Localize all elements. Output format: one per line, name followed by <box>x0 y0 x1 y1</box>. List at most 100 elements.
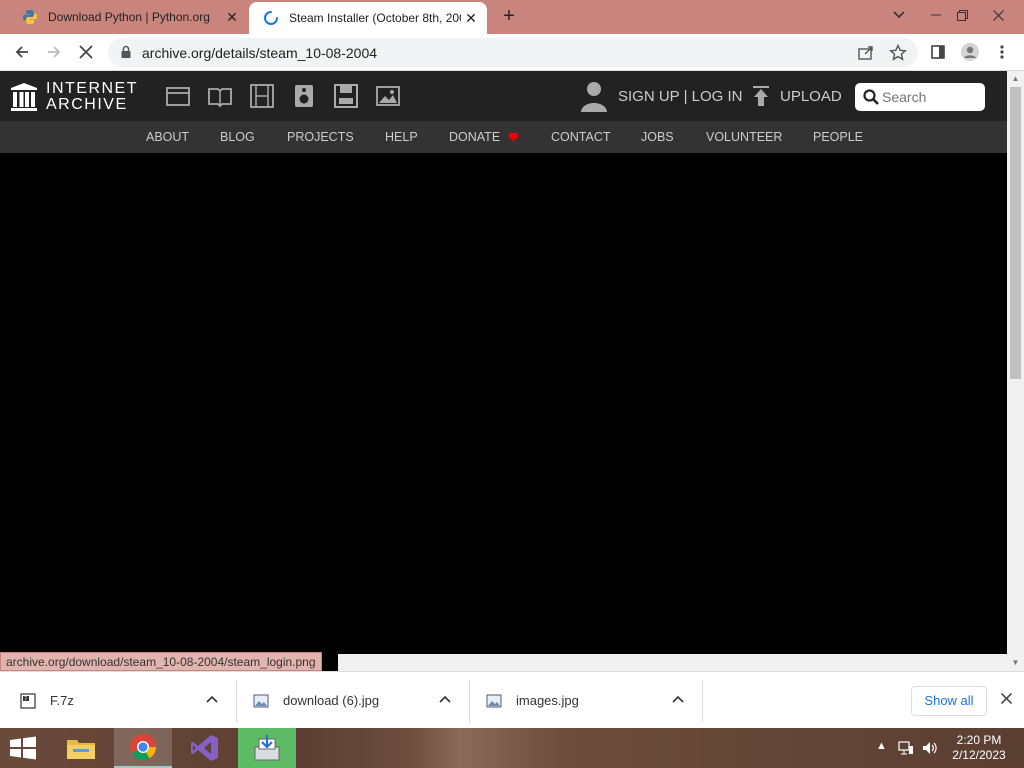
close-tab-icon[interactable]: ✕ <box>461 10 481 27</box>
forward-button[interactable] <box>42 40 66 64</box>
image-file-icon <box>486 694 502 707</box>
tab-python[interactable]: Download Python | Python.org ✕ <box>8 0 248 34</box>
tab-steam-installer[interactable]: Steam Installer (October 8th, 2004 ✕ <box>249 2 487 34</box>
close-tab-icon[interactable]: ✕ <box>222 9 242 26</box>
chevron-up-icon[interactable] <box>670 692 686 708</box>
status-url-bubble: archive.org/download/steam_10-08-2004/st… <box>0 652 322 671</box>
stop-icon <box>79 45 93 59</box>
upload-link[interactable]: UPLOAD <box>780 88 842 105</box>
scroll-down-icon[interactable]: ▼ <box>1011 658 1020 667</box>
ia-search-box[interactable] <box>855 83 985 111</box>
web-icon[interactable] <box>165 84 191 108</box>
forward-arrow-icon <box>48 46 61 58</box>
nav-contact[interactable]: CONTACT <box>551 130 611 144</box>
vertical-scrollbar[interactable]: ▲ ▼ <box>1007 71 1024 671</box>
kebab-menu-icon <box>1000 45 1004 59</box>
divider <box>236 680 237 722</box>
side-panel-button[interactable] <box>926 40 950 64</box>
scrollbar-thumb[interactable] <box>1010 87 1021 379</box>
download-filename: images.jpg <box>516 693 579 708</box>
clock-date: 2/12/2023 <box>952 748 1006 762</box>
back-button[interactable] <box>10 40 34 64</box>
lock-icon[interactable] <box>120 45 132 59</box>
share-icon[interactable] <box>856 43 876 63</box>
ia-logo[interactable]: INTERNET ARCHIVE <box>10 81 138 113</box>
profile-button[interactable] <box>958 40 982 64</box>
archive-file-icon: 7 <box>20 692 36 709</box>
close-window-button[interactable] <box>986 0 1010 30</box>
download-item[interactable]: 7 F.7z <box>20 672 235 729</box>
clock[interactable]: 2:20 PM 2/12/2023 <box>944 733 1014 763</box>
close-shelf-icon[interactable] <box>998 692 1014 708</box>
divider <box>702 680 703 722</box>
horizontal-scrollbar[interactable] <box>338 654 1007 671</box>
nav-volunteer[interactable]: VOLUNTEER <box>706 130 782 144</box>
ia-nav-bar: ABOUT BLOG PROJECTS HELP DONATE CONTACT … <box>0 121 1007 153</box>
divider <box>469 680 470 722</box>
bookmark-star-icon[interactable] <box>888 43 908 63</box>
side-panel-icon <box>931 45 945 59</box>
nav-projects[interactable]: PROJECTS <box>287 130 354 144</box>
tab-search-chevron-icon[interactable] <box>886 0 912 30</box>
search-input[interactable] <box>882 87 977 107</box>
browser-titlebar: Download Python | Python.org ✕ Steam Ins… <box>0 0 1024 34</box>
profile-avatar-icon <box>961 43 979 61</box>
audio-icon[interactable] <box>291 84 317 108</box>
show-all-button[interactable]: Show all <box>911 686 987 716</box>
nav-about[interactable]: ABOUT <box>146 130 189 144</box>
back-arrow-icon <box>15 46 28 58</box>
python-icon <box>23 10 37 24</box>
tab-label: Download Python | Python.org <box>48 10 210 24</box>
images-icon[interactable] <box>375 84 401 108</box>
address-bar[interactable]: archive.org/details/steam_10-08-2004 <box>108 38 918 67</box>
svg-text:7: 7 <box>24 696 27 702</box>
download-shelf: 7 F.7z download (6).jpg images.jpg Show … <box>0 671 1024 728</box>
heart-icon <box>508 132 519 142</box>
software-icon[interactable] <box>333 84 359 108</box>
media-viewer[interactable] <box>0 153 1007 654</box>
signup-login-link[interactable]: SIGN UP | LOG IN <box>618 88 742 105</box>
ia-top-bar: INTERNET ARCHIVE SIGN UP | LOG IN UPLOAD <box>0 71 1007 121</box>
logo-text-archive: ARCHIVE <box>46 96 128 113</box>
upload-icon[interactable] <box>752 85 770 107</box>
nav-people[interactable]: PEOPLE <box>813 130 863 144</box>
scroll-up-icon[interactable]: ▲ <box>1011 74 1020 83</box>
image-file-icon <box>253 694 269 707</box>
tray-overflow-icon[interactable]: ▲ <box>876 740 887 752</box>
search-icon <box>863 89 879 105</box>
nav-help[interactable]: HELP <box>385 130 418 144</box>
browser-toolbar: archive.org/details/steam_10-08-2004 <box>0 34 1024 71</box>
nav-jobs[interactable]: JOBS <box>641 130 674 144</box>
file-explorer-icon[interactable] <box>52 728 110 768</box>
installer-icon[interactable] <box>238 728 296 768</box>
chevron-up-icon[interactable] <box>204 692 220 708</box>
download-item[interactable]: download (6).jpg <box>253 672 468 729</box>
restore-button[interactable] <box>950 0 974 30</box>
chevron-up-icon[interactable] <box>437 692 453 708</box>
loading-spinner-icon <box>264 11 278 25</box>
download-filename: download (6).jpg <box>283 693 380 708</box>
windows-taskbar: ▲ 2:20 PM 2/12/2023 <box>0 728 1024 768</box>
download-item[interactable]: images.jpg <box>486 672 701 729</box>
tab-label: Steam Installer (October 8th, 2004 <box>289 11 461 25</box>
url-text[interactable]: archive.org/details/steam_10-08-2004 <box>142 45 377 61</box>
new-tab-button[interactable]: + <box>498 6 520 28</box>
download-filename: F.7z <box>50 693 74 708</box>
user-icon[interactable] <box>580 80 608 112</box>
visual-studio-icon[interactable] <box>176 728 234 768</box>
nav-blog[interactable]: BLOG <box>220 130 255 144</box>
logo-text-internet: INTERNET <box>46 80 138 97</box>
stop-loading-button[interactable] <box>74 40 98 64</box>
clock-time: 2:20 PM <box>956 733 1002 747</box>
network-icon[interactable] <box>898 741 914 755</box>
volume-icon[interactable] <box>922 741 938 755</box>
archive-building-icon <box>11 83 37 111</box>
menu-button[interactable] <box>990 40 1014 64</box>
minimize-button[interactable] <box>924 0 948 30</box>
nav-donate-label: DONATE <box>449 130 501 144</box>
chrome-icon[interactable] <box>114 728 172 768</box>
video-icon[interactable] <box>249 84 275 108</box>
texts-icon[interactable] <box>207 84 233 108</box>
windows-start-icon[interactable] <box>8 736 38 760</box>
nav-donate[interactable]: DONATE <box>449 130 519 144</box>
